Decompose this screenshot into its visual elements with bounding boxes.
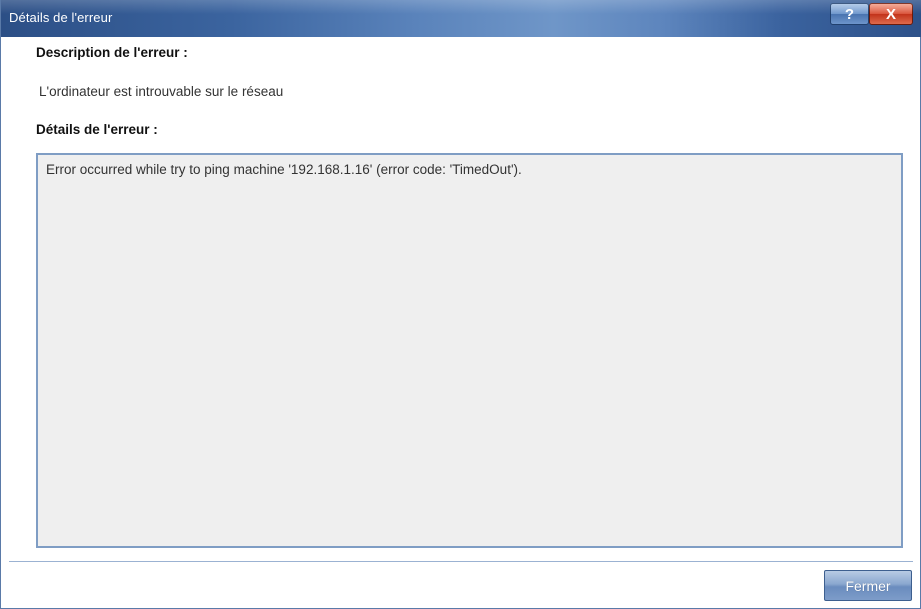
description-heading: Description de l'erreur : (36, 45, 188, 60)
help-icon: ? (844, 5, 855, 23)
details-heading: Détails de l'erreur : (36, 122, 158, 137)
close-window-button[interactable]: X (869, 3, 913, 25)
title-bar[interactable]: Détails de l'erreur ? X (1, 0, 921, 37)
description-text: L'ordinateur est introuvable sur le rése… (39, 84, 284, 99)
error-details-textarea[interactable]: Error occurred while try to ping machine… (36, 153, 903, 548)
close-button[interactable]: Fermer (824, 570, 912, 601)
help-button[interactable]: ? (830, 3, 869, 25)
close-button-label: Fermer (845, 577, 891, 594)
error-details-text: Error occurred while try to ping machine… (46, 162, 522, 177)
window-title: Détails de l'erreur (9, 10, 113, 25)
close-icon: X (885, 5, 896, 23)
dialog-footer (1, 562, 920, 608)
error-details-dialog: Détails de l'erreur ? X Description de l… (0, 0, 921, 609)
